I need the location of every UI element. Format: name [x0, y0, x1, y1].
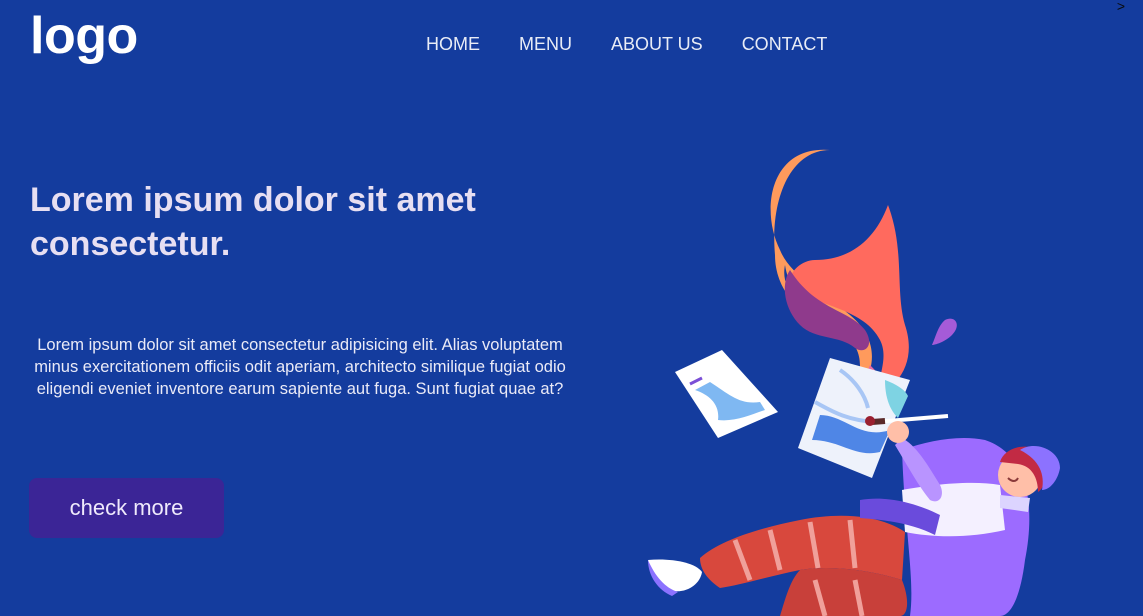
- corner-mark: >: [1116, 0, 1125, 14]
- paper-sheet-left: [675, 350, 778, 438]
- hero-description: Lorem ipsum dolor sit amet consectetur a…: [34, 336, 566, 398]
- nav-home-link[interactable]: HOME: [426, 34, 480, 55]
- nav-about-link[interactable]: ABOUT US: [611, 34, 703, 55]
- painter-illustration: [648, 149, 1060, 616]
- site-logo[interactable]: logo: [30, 6, 138, 66]
- check-more-button[interactable]: check more: [29, 478, 224, 538]
- nav-contact-link[interactable]: CONTACT: [742, 34, 828, 55]
- paint-drop: [932, 318, 957, 345]
- paper-sheet-center: [798, 358, 910, 478]
- hero-headline: Lorem ipsum dolor sit amet consectetur.: [30, 181, 476, 263]
- main-nav: HOME MENU ABOUT US CONTACT: [426, 34, 827, 55]
- nav-menu-link[interactable]: MENU: [519, 34, 572, 55]
